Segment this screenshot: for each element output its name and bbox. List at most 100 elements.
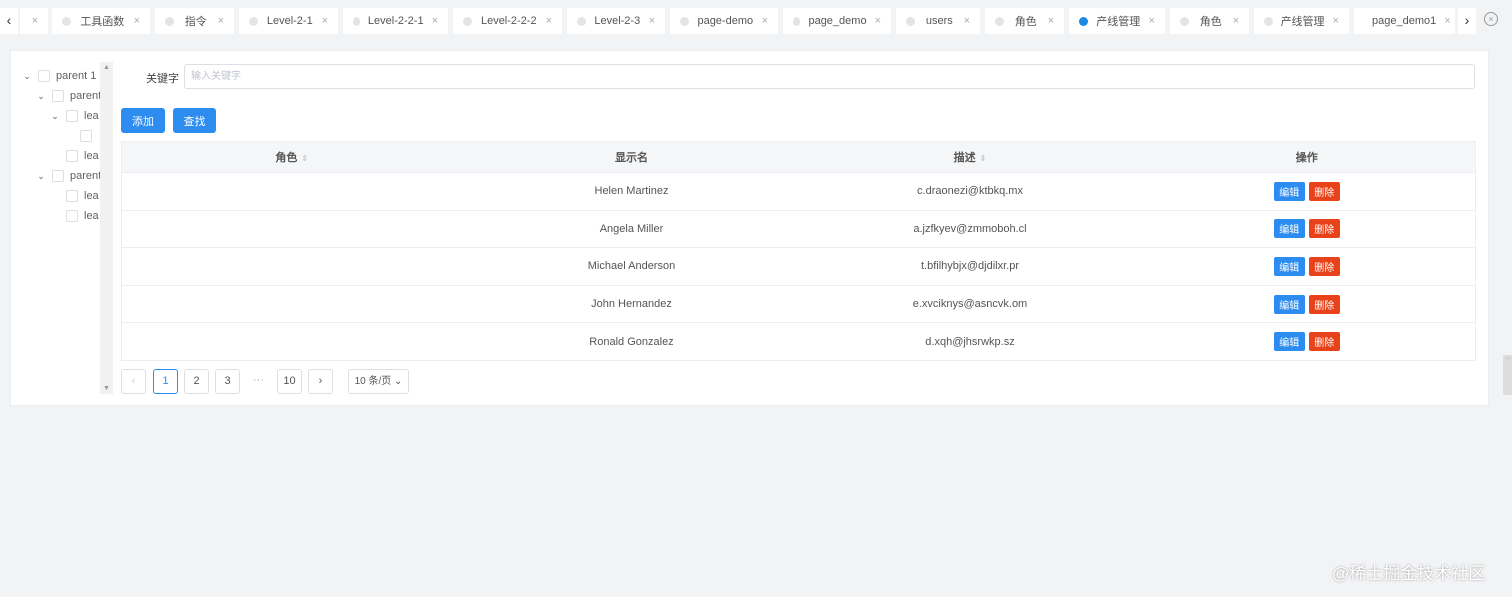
keyword-input[interactable] — [184, 64, 1475, 89]
actions-cell: 编辑 删除 — [1138, 210, 1476, 249]
close-icon[interactable]: × — [432, 15, 438, 27]
close-icon[interactable]: × — [762, 15, 768, 27]
tab-status-dot — [463, 16, 472, 26]
find-button[interactable]: 查找 — [173, 108, 216, 133]
tab-item[interactable]: 产线管理 × — [1254, 8, 1349, 34]
edit-button[interactable]: 编辑 — [1273, 219, 1305, 239]
tree-node[interactable]: ⌄ parent — [36, 86, 100, 106]
tab-label: 产线管理 — [1280, 16, 1325, 28]
tabs-next-button[interactable]: › — [1458, 8, 1476, 34]
chevron-down-icon[interactable]: ⌄ — [36, 171, 46, 182]
close-icon[interactable]: × — [964, 15, 970, 27]
tab-item[interactable]: Level-2-2-2 × — [453, 8, 562, 34]
tree-node[interactable]: lea — [50, 206, 99, 226]
chevron-down-icon[interactable]: ⌄ — [50, 111, 60, 122]
column-header-description[interactable]: 描述 ⇕ — [801, 141, 1139, 173]
page-ellipsis[interactable]: ··· — [246, 369, 271, 394]
close-icon[interactable]: × — [649, 15, 655, 27]
edit-button[interactable]: 编辑 — [1273, 332, 1305, 352]
tab-item[interactable]: Level-2-1 × — [239, 8, 338, 34]
tree-scrollbar[interactable]: ▲ ▼ — [100, 62, 113, 394]
close-icon[interactable]: × — [218, 15, 224, 27]
tree-node[interactable] — [64, 126, 98, 146]
edit-button[interactable]: 编辑 — [1273, 256, 1305, 276]
tab-item[interactable]: 工具函数 × — [52, 8, 150, 34]
table-row: Ronald Gonzalez d.xqh@jhsrwkp.sz 编辑 删除 — [121, 322, 1476, 361]
page-scrollbar[interactable]: ·· — [1503, 355, 1512, 395]
close-icon[interactable]: × — [1233, 15, 1239, 27]
tree-node[interactable]: ⌄ lea — [50, 106, 99, 126]
tree-checkbox[interactable] — [66, 210, 78, 222]
column-header-display-name: 显示名 — [461, 141, 802, 173]
page-1-button[interactable]: 1 — [153, 369, 178, 394]
tab-label: page_demo1 — [1372, 15, 1437, 27]
tab-item[interactable]: 指令 × — [155, 8, 234, 34]
tab-item[interactable]: page_demo1 × — [1354, 8, 1455, 34]
tab-status-dot — [906, 16, 915, 26]
page-3-button[interactable]: 3 — [215, 369, 240, 394]
close-icon[interactable]: × — [32, 15, 38, 27]
display-name-cell: John Hernandez — [461, 285, 802, 324]
chevron-down-icon[interactable]: ⌄ — [36, 91, 46, 102]
tree-checkbox[interactable] — [52, 90, 64, 102]
delete-button[interactable]: 删除 — [1308, 256, 1340, 276]
tab-item[interactable]: Level-2-3 × — [567, 8, 665, 34]
table-row: Helen Martinez c.draonezi@ktbkq.mx 编辑 删除 — [121, 172, 1476, 211]
tab-status-dot — [249, 16, 258, 26]
tree-checkbox[interactable] — [80, 130, 92, 142]
tab-status-dot — [1180, 16, 1189, 26]
tab-bar: ‹ × 工具函数 × 指令 × Level-2-1 × Level-2-2-1 × Level-2… — [0, 0, 1512, 40]
page-size-select[interactable]: 10 条/页 ⌄ — [348, 369, 409, 394]
close-icon[interactable]: × — [322, 15, 328, 27]
tree-checkbox[interactable] — [66, 150, 78, 162]
tab-status-dot — [680, 16, 689, 26]
tree-checkbox[interactable] — [52, 170, 64, 182]
tab-item[interactable]: 角色 × — [985, 8, 1064, 34]
tabs-prev-button[interactable]: ‹ — [0, 8, 18, 34]
page-next-button[interactable]: › — [308, 369, 333, 394]
tab-item[interactable]: page-demo × — [670, 8, 778, 34]
tab-status-dot — [62, 16, 71, 26]
tree-node-label: lea — [84, 210, 99, 222]
page-prev-button[interactable]: ‹ — [121, 369, 146, 394]
tree-node-label: lea — [84, 150, 99, 162]
tab-item[interactable]: page_demo × — [783, 8, 891, 34]
tree-node[interactable]: lea — [50, 186, 99, 206]
tree-node-label: parent — [70, 170, 100, 182]
tab-label: page-demo — [697, 15, 754, 27]
watermark: @稀土掘金技术社区 — [1332, 564, 1486, 583]
close-icon[interactable]: × — [1333, 15, 1339, 27]
close-icon[interactable]: × — [134, 15, 140, 27]
edit-button[interactable]: 编辑 — [1273, 181, 1305, 201]
add-button[interactable]: 添加 — [121, 108, 165, 133]
edit-button[interactable]: 编辑 — [1273, 294, 1305, 314]
close-icon[interactable]: × — [546, 15, 552, 27]
tree-checkbox[interactable] — [66, 190, 78, 202]
tab-item[interactable]: 角色 × — [1170, 8, 1249, 34]
tab-status-dot — [1264, 16, 1273, 26]
close-icon[interactable]: × — [1149, 15, 1155, 27]
page-10-button[interactable]: 10 — [277, 369, 302, 394]
tree-node[interactable]: ⌄ parent — [36, 166, 100, 186]
tab-label: 工具函数 — [80, 16, 125, 28]
chevron-down-icon[interactable]: ⌄ — [22, 71, 32, 82]
tab-item[interactable]: × — [20, 8, 48, 34]
delete-button[interactable]: 删除 — [1308, 181, 1340, 201]
tree-checkbox[interactable] — [66, 110, 78, 122]
close-icon[interactable]: × — [1048, 15, 1054, 27]
close-icon[interactable]: × — [1444, 15, 1450, 27]
tab-item[interactable]: Level-2-2-1 × — [343, 8, 448, 34]
tree-node[interactable]: lea — [50, 146, 99, 166]
tree-node[interactable]: ⌄ parent 1 — [22, 66, 96, 86]
close-icon[interactable]: × — [875, 15, 881, 27]
tab-label: 角色 — [1199, 16, 1222, 28]
tab-item[interactable]: 产线管理 × — [1069, 8, 1165, 34]
tree-checkbox[interactable] — [38, 70, 50, 82]
delete-button[interactable]: 删除 — [1308, 294, 1340, 314]
page-2-button[interactable]: 2 — [184, 369, 209, 394]
tab-item[interactable]: users × — [896, 8, 980, 34]
close-all-tabs-icon[interactable]: × — [1484, 12, 1498, 26]
delete-button[interactable]: 删除 — [1308, 332, 1340, 352]
delete-button[interactable]: 删除 — [1308, 219, 1340, 239]
column-header-role[interactable]: 角色 ⇕ — [121, 141, 462, 173]
